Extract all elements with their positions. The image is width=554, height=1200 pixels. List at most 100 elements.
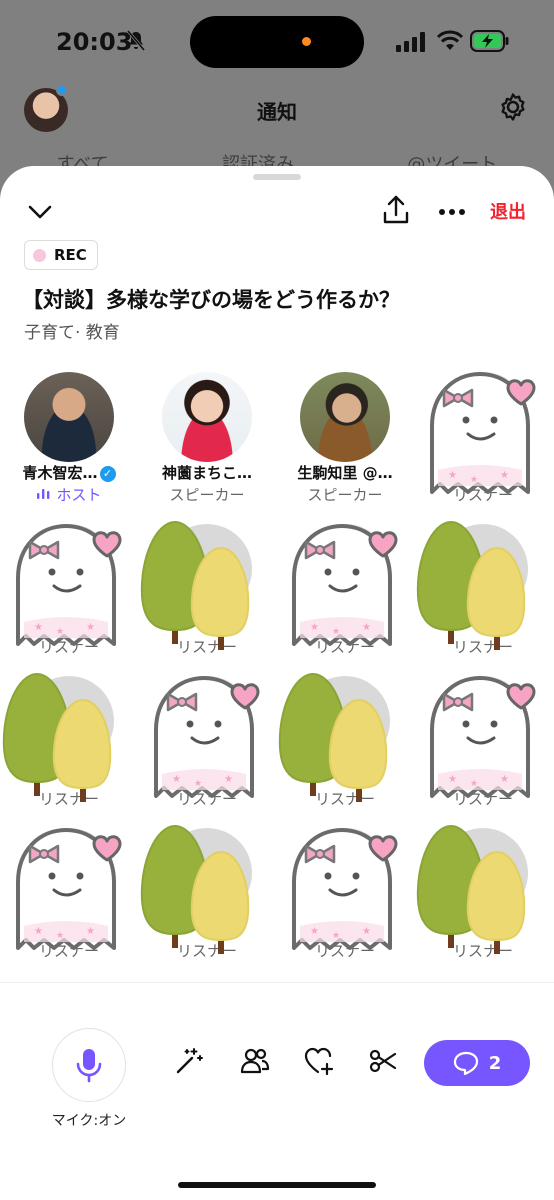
avatar bbox=[24, 676, 114, 766]
avatar bbox=[438, 828, 528, 918]
svg-text:★: ★ bbox=[448, 470, 457, 481]
participant-role-text: リスナー bbox=[314, 638, 375, 656]
participant-4[interactable]: リスナー ★ ★ ★ bbox=[414, 366, 552, 506]
notification-dot bbox=[56, 84, 68, 96]
participant-role: リスナー bbox=[276, 636, 414, 657]
participant-role: スピーカー bbox=[138, 484, 276, 505]
participant-name: ✓ bbox=[0, 614, 138, 632]
participant-role-text: ホスト bbox=[56, 486, 102, 504]
participant-role: リスナー bbox=[276, 940, 414, 961]
sheet-grabber[interactable] bbox=[253, 174, 301, 180]
participant-role: リスナー bbox=[138, 940, 276, 961]
svg-text:★: ★ bbox=[448, 774, 457, 785]
magic-wand-icon[interactable] bbox=[174, 1046, 204, 1076]
participant-16[interactable]: リスナー bbox=[414, 822, 552, 962]
participant-role-text: リスナー bbox=[452, 486, 513, 504]
participant-2[interactable]: 神薗まちこ… スピーカー bbox=[138, 366, 276, 506]
participant-role-text: スピーカー bbox=[307, 486, 383, 504]
avatar bbox=[162, 524, 252, 614]
participant-role-text: リスナー bbox=[38, 942, 99, 960]
scissors-icon[interactable] bbox=[368, 1046, 398, 1076]
participant-role-text: リスナー bbox=[314, 942, 375, 960]
participant-11[interactable]: リスナー bbox=[276, 670, 414, 810]
svg-text:★: ★ bbox=[34, 926, 43, 937]
participant-role: リスナー bbox=[414, 788, 552, 809]
microphone-icon bbox=[76, 1049, 102, 1083]
avatar bbox=[162, 676, 252, 766]
participant-role-text: リスナー bbox=[314, 790, 375, 808]
avatar bbox=[24, 524, 114, 614]
verified-badge-icon: ✓ bbox=[200, 616, 216, 632]
participant-role: リスナー bbox=[0, 940, 138, 961]
participant-name-text: 青木智宏… bbox=[22, 464, 98, 482]
leave-button[interactable]: 退出 bbox=[490, 198, 526, 224]
participant-role-text: リスナー bbox=[176, 790, 237, 808]
avatar bbox=[162, 372, 252, 462]
page-title: 通知 bbox=[257, 100, 297, 124]
svg-text:★: ★ bbox=[310, 926, 319, 937]
participant-3[interactable]: 生駒知里 @… スピーカー bbox=[276, 366, 414, 506]
participant-name: 青木智宏… ✓ bbox=[0, 462, 138, 483]
participant-name: 生駒知里 @… bbox=[276, 462, 414, 483]
participant-8[interactable]: リスナー bbox=[414, 518, 552, 658]
svg-text:★: ★ bbox=[172, 774, 181, 785]
audio-bars-icon bbox=[37, 489, 50, 499]
chevron-down-icon[interactable] bbox=[26, 198, 54, 226]
participant-1[interactable]: 青木智宏… ✓ ホスト bbox=[0, 366, 138, 506]
participant-role: ホスト bbox=[0, 484, 138, 505]
participant-role-text: リスナー bbox=[452, 790, 513, 808]
heart-add-icon[interactable] bbox=[304, 1046, 334, 1076]
participant-role-text: リスナー bbox=[176, 942, 237, 960]
participant-13[interactable]: リスナー ★ ★ ★ bbox=[0, 822, 138, 962]
microphone-button[interactable] bbox=[52, 1028, 126, 1102]
more-options-icon[interactable] bbox=[438, 208, 466, 216]
participant-role-text: リスナー bbox=[452, 638, 513, 656]
participant-role: リスナー bbox=[414, 484, 552, 505]
svg-text:★: ★ bbox=[500, 470, 509, 481]
participant-9[interactable]: リスナー bbox=[0, 670, 138, 810]
svg-text:★: ★ bbox=[310, 622, 319, 633]
participant-10[interactable]: リスナー ★ ★ ★ bbox=[138, 670, 276, 810]
avatar bbox=[438, 372, 528, 462]
svg-text:★: ★ bbox=[362, 622, 371, 633]
participant-role: リスナー bbox=[414, 940, 552, 961]
participant-role: リスナー bbox=[0, 788, 138, 809]
participant-role: リスナー bbox=[276, 788, 414, 809]
svg-text:★: ★ bbox=[224, 774, 233, 785]
avatar bbox=[300, 828, 390, 918]
participant-role: リスナー bbox=[138, 636, 276, 657]
space-title: 【対談】多様な学びの場をどう作るか？ bbox=[22, 288, 400, 312]
participant-7[interactable]: リスナー ★ ★ ★ bbox=[276, 518, 414, 658]
avatar bbox=[300, 372, 390, 462]
comments-count: 2 bbox=[488, 1052, 502, 1074]
battery-charging-icon bbox=[470, 30, 509, 52]
avatar bbox=[438, 676, 528, 766]
participant-role-text: リスナー bbox=[38, 790, 99, 808]
avatar bbox=[24, 372, 114, 462]
participant-12[interactable]: リスナー ★ ★ ★ bbox=[414, 670, 552, 810]
privacy-indicator-dot bbox=[302, 37, 311, 46]
share-icon[interactable] bbox=[382, 194, 410, 226]
participant-name-text: 神薗まちこ… bbox=[161, 464, 252, 482]
sheet-toolbar: 退出 bbox=[0, 194, 554, 230]
svg-text:★: ★ bbox=[362, 926, 371, 937]
svg-text:★: ★ bbox=[500, 774, 509, 785]
participant-6[interactable]: ✓ リスナー bbox=[138, 518, 276, 658]
gear-icon[interactable] bbox=[498, 92, 528, 122]
avatar bbox=[162, 828, 252, 918]
wifi-icon bbox=[436, 30, 464, 50]
recording-dot bbox=[33, 248, 46, 262]
divider bbox=[0, 982, 554, 983]
avatar bbox=[300, 676, 390, 766]
participant-14[interactable]: リスナー bbox=[138, 822, 276, 962]
participant-5[interactable]: ✓ リスナー ★ ★ ★ bbox=[0, 518, 138, 658]
participant-role: リスナー bbox=[414, 636, 552, 657]
microphone-label: マイク:オン bbox=[51, 1113, 127, 1129]
comments-button[interactable]: 2 bbox=[424, 1040, 530, 1086]
participant-role-text: リスナー bbox=[176, 638, 237, 656]
participants-grid: 青木智宏… ✓ ホスト 神薗まちこ… スピーカー 生駒知里 @… スピーカー リスナー ★ ★… bbox=[0, 366, 554, 976]
home-indicator bbox=[178, 1182, 376, 1188]
participant-15[interactable]: リスナー ★ ★ ★ bbox=[276, 822, 414, 962]
participant-role-text: スピーカー bbox=[169, 486, 245, 504]
people-icon[interactable] bbox=[240, 1046, 270, 1076]
